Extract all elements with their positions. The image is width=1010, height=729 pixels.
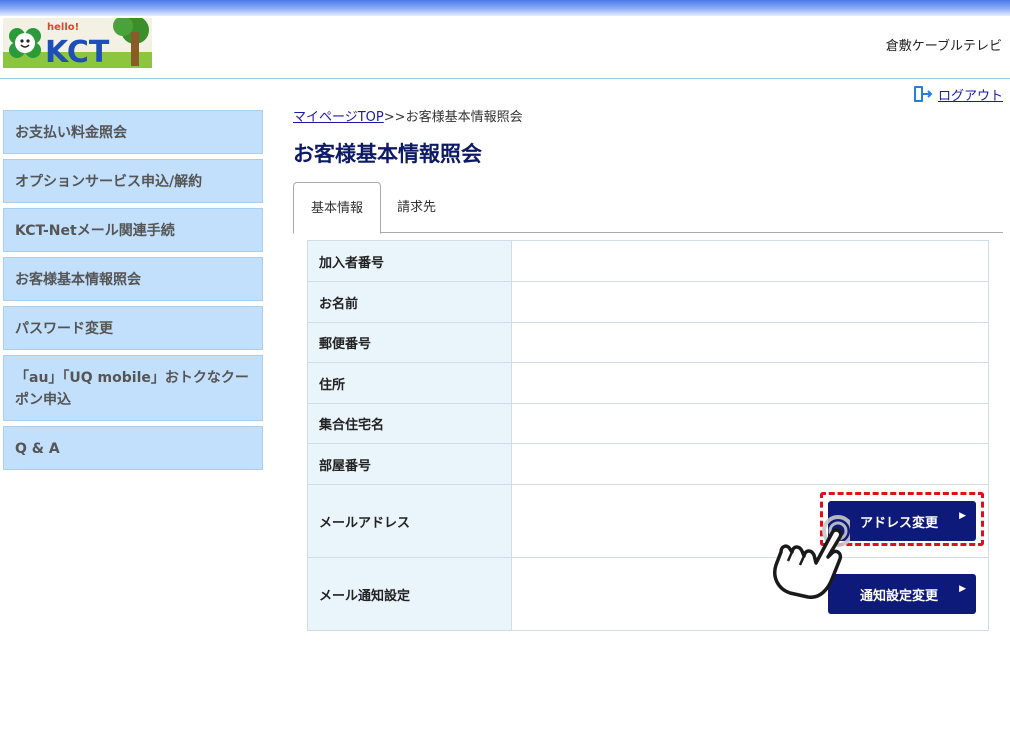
breadcrumb-mypage-top[interactable]: マイページTOP [293, 110, 384, 125]
tab-basic-info[interactable]: 基本情報 [293, 182, 381, 234]
table-row: 住所 [307, 362, 989, 404]
chevron-right-icon: ▶ [959, 511, 966, 521]
change-notification-button[interactable]: 通知設定変更 ▶ [828, 574, 976, 614]
row-label: 郵便番号 [307, 322, 512, 363]
sidebar-item-password[interactable]: パスワード変更 [3, 306, 263, 350]
table-row: 加入者番号 [307, 240, 989, 282]
table-row: お名前 [307, 281, 989, 323]
change-notification-label: 通知設定変更 [860, 588, 939, 604]
page-title: お客様基本情報照会 [293, 142, 482, 166]
row-value-notify: 通知設定変更 ▶ [511, 557, 989, 631]
row-label: メールアドレス [307, 484, 512, 558]
row-label: 部屋番号 [307, 443, 512, 485]
tab-billing[interactable]: 請求先 [397, 182, 436, 233]
company-name: 倉敷ケーブルテレビ [885, 39, 1002, 54]
row-value [511, 362, 989, 404]
row-value [511, 403, 989, 444]
svg-text:KCT: KCT [45, 35, 110, 68]
logout-link-group[interactable]: ログアウト [913, 85, 1003, 104]
sidebar-item-coupon[interactable]: 「au」「UQ mobile」おトクなクーポン申込 [3, 355, 263, 421]
table-row: 集合住宅名 [307, 403, 989, 444]
row-label: 住所 [307, 362, 512, 404]
customer-info-table: 加入者番号 お名前 郵便番号 住所 集合住宅名 部屋番号 メールアドレス アドレ… [307, 240, 989, 631]
row-label: お名前 [307, 281, 512, 323]
row-label: 加入者番号 [307, 240, 512, 282]
sidebar-item-qa[interactable]: Q & A [3, 426, 263, 470]
breadcrumb-separator: >> [383, 110, 406, 125]
table-row: 郵便番号 [307, 322, 989, 363]
row-label: メール通知設定 [307, 557, 512, 631]
sidebar-item-payment[interactable]: お支払い料金照会 [3, 110, 263, 154]
breadcrumb-current: お客様基本情報照会 [405, 110, 523, 125]
change-address-button[interactable]: アドレス変更 ▶ [828, 501, 976, 541]
table-row: メール通知設定 通知設定変更 ▶ [307, 557, 989, 631]
breadcrumb: マイページTOP>>お客様基本情報照会 [293, 106, 523, 125]
site-header: hello! KCT 倉敷ケーブルテレビ [0, 16, 1010, 79]
table-row: メールアドレス アドレス変更 ▶ [307, 484, 989, 558]
row-value-email: アドレス変更 ▶ [511, 484, 989, 558]
sidebar-item-option-service[interactable]: オプションサービス申込/解約 [3, 159, 263, 203]
change-address-label: アドレス変更 [860, 515, 939, 531]
chevron-right-icon: ▶ [959, 584, 966, 594]
sidebar-menu: お支払い料金照会 オプションサービス申込/解約 KCT-Netメール関連手続 お… [3, 110, 263, 475]
sidebar-item-kct-net-mail[interactable]: KCT-Netメール関連手続 [3, 208, 263, 252]
svg-text:hello!: hello! [47, 22, 79, 33]
logout-link[interactable]: ログアウト [938, 85, 1003, 104]
kct-logo[interactable]: hello! KCT [3, 18, 152, 68]
table-row: 部屋番号 [307, 443, 989, 485]
row-label: 集合住宅名 [307, 403, 512, 444]
row-value [511, 281, 989, 323]
row-value [511, 322, 989, 363]
logout-icon[interactable] [913, 85, 933, 103]
tab-bar: 基本情報 請求先 [293, 182, 1003, 234]
row-value [511, 240, 989, 282]
row-value [511, 443, 989, 485]
top-gradient-band [0, 0, 1010, 16]
sidebar-item-customer-info[interactable]: お客様基本情報照会 [3, 257, 263, 301]
